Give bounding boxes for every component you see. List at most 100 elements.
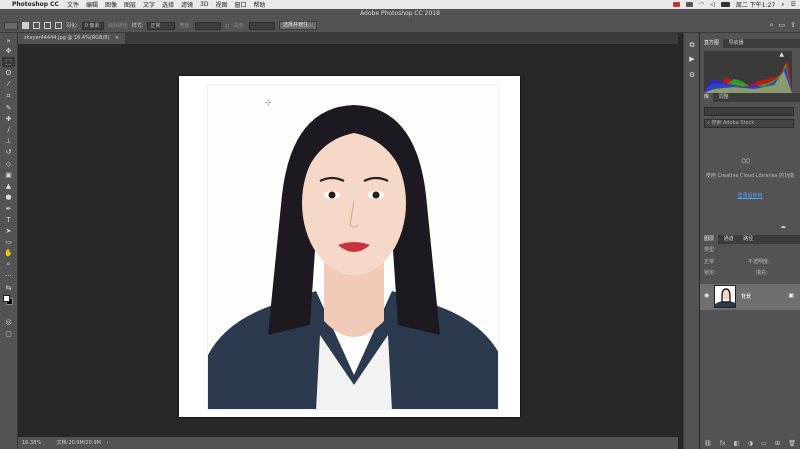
move-icon[interactable]: ✥ [2, 46, 15, 56]
blur-icon[interactable]: ▲ [2, 181, 15, 191]
properties-panel-icon[interactable]: ⚙ [687, 71, 697, 80]
tray-app-icon[interactable] [672, 2, 680, 7]
dodge-icon[interactable]: ● [2, 192, 15, 202]
canvas-area[interactable]: ⊹ [18, 44, 678, 437]
feather-label: 羽化: [66, 23, 78, 29]
gradient-icon[interactable]: ▣ [2, 170, 15, 180]
portrait-photo[interactable] [207, 84, 499, 410]
library-select[interactable] [704, 107, 794, 116]
width-input[interactable] [195, 21, 222, 30]
menu-layer[interactable]: 图层 [124, 0, 136, 9]
height-input[interactable] [248, 21, 275, 30]
tab-paths[interactable]: 路径 [739, 235, 757, 244]
layer-name[interactable]: 背景 [741, 293, 751, 300]
more-tools-icon[interactable]: ··· [2, 271, 15, 281]
tool-preset-picker[interactable] [4, 21, 18, 30]
hand-icon[interactable]: ✋ [2, 248, 15, 258]
volume-icon[interactable]: ◁ [710, 1, 715, 8]
spotlight-search-icon[interactable]: ⌕ [781, 1, 784, 9]
tab-adjustments[interactable]: 调整 [715, 93, 733, 102]
lasso-icon[interactable]: ʘ [2, 68, 15, 78]
select-and-mask-button[interactable]: 选择并遮住... [278, 21, 317, 30]
swap-dimensions-icon[interactable]: ⇄ [225, 23, 229, 29]
menu-select[interactable]: 选择 [162, 0, 174, 9]
zoom-icon[interactable]: ⌕ [2, 259, 15, 269]
new-selection-icon[interactable] [22, 22, 29, 29]
cloud-sync-icon[interactable]: ☁ [780, 223, 786, 230]
tab-libraries[interactable]: 库 [700, 93, 714, 102]
delete-layer-icon[interactable]: 🗑 [788, 440, 796, 447]
stamp-icon[interactable]: ⊥ [2, 136, 15, 146]
library-search-input[interactable]: ⌕ 搜索 Adobe Stock [704, 119, 794, 128]
menu-3d[interactable]: 3D [200, 1, 208, 8]
menu-view[interactable]: 视图 [215, 0, 227, 9]
history-panel-icon[interactable]: ⧉ [687, 41, 697, 50]
link-layers-icon[interactable]: ⛓ [704, 440, 712, 447]
document-canvas[interactable]: ⊹ [179, 76, 520, 417]
workspace-icon[interactable]: ▭ [779, 21, 786, 30]
add-mask-icon[interactable]: ◧ [734, 440, 740, 447]
eyedropper-icon[interactable]: ✎ [2, 103, 15, 113]
menu-edit[interactable]: 编辑 [86, 0, 98, 9]
actions-panel-icon[interactable]: ▶ [687, 55, 697, 64]
close-tab-icon[interactable]: × [115, 35, 119, 41]
brush-icon[interactable]: ∕ [2, 125, 15, 135]
eraser-icon[interactable]: ◇ [2, 159, 15, 169]
color-swatches[interactable] [2, 294, 15, 306]
app-menu[interactable]: Photoshop CC [12, 1, 59, 8]
adjustment-layer-icon[interactable]: ◑ [748, 440, 753, 447]
clock[interactable]: 周二 下午1:27 [736, 0, 775, 9]
wifi-icon[interactable]: ◠ [699, 1, 704, 8]
shape-icon[interactable]: ▭ [2, 237, 15, 247]
visibility-eye-icon[interactable]: ◉ [704, 292, 709, 299]
search-icon[interactable]: ⌕ [770, 21, 774, 30]
tab-layers[interactable]: 图层 [700, 235, 719, 244]
document-info[interactable]: 文档:20.9M/20.9M [57, 440, 101, 446]
zoom-level[interactable]: 16.38% [22, 440, 41, 446]
tab-navigator[interactable]: 导航器 [725, 39, 748, 48]
intersect-selection-icon[interactable] [55, 22, 62, 29]
pen-icon[interactable]: ✒ [2, 204, 15, 214]
menu-filter[interactable]: 滤镜 [181, 0, 193, 9]
tab-histogram[interactable]: 直方图 [700, 39, 724, 48]
blend-mode-select[interactable]: 正常 [704, 258, 714, 267]
swap-colors-icon[interactable]: ⇆ [2, 283, 15, 293]
menu-window[interactable]: 窗口 [235, 0, 247, 9]
menu-help[interactable]: 帮助 [254, 0, 266, 9]
screen-mode-icon[interactable]: ▢ [2, 329, 15, 339]
share-icon[interactable]: ⇪ [790, 21, 796, 30]
history-brush-icon[interactable]: ↺ [2, 147, 15, 157]
battery-icon[interactable] [720, 2, 730, 7]
collapse-toolbar-icon[interactable]: » [2, 36, 15, 46]
feather-input[interactable]: 0 像素 [81, 21, 104, 30]
type-icon[interactable]: T [2, 215, 15, 225]
style-select[interactable]: 正常 [147, 21, 176, 30]
add-selection-icon[interactable] [33, 22, 40, 29]
menu-file[interactable]: 文件 [67, 0, 79, 9]
healing-icon[interactable]: ✚ [2, 114, 15, 124]
warning-triangle-icon[interactable]: ▲ [779, 51, 784, 58]
marquee-icon[interactable]: ⬚ [2, 57, 15, 67]
new-group-icon[interactable]: ▭ [761, 440, 767, 447]
library-login-link[interactable]: 登录后使用 [704, 192, 796, 199]
crop-icon[interactable]: ⌗ [2, 91, 15, 101]
layer-row-background[interactable]: ◉ 背景 ▣ [700, 284, 800, 310]
quick-mask-icon[interactable]: ◎ [2, 317, 15, 327]
tab-channels[interactable]: 通道 [720, 235, 738, 244]
new-layer-icon[interactable]: ⊞ [775, 440, 780, 447]
layer-kind-filter[interactable]: 类型 [704, 246, 714, 255]
subtract-selection-icon[interactable] [44, 22, 51, 29]
width-label: 宽度: [179, 23, 192, 29]
layer-style-icon[interactable]: fx [720, 440, 726, 447]
tray-app2-icon[interactable] [685, 2, 693, 7]
quick-select-icon[interactable]: ⁄ [2, 79, 15, 89]
antialias-checkbox[interactable]: 消除锯齿 [108, 22, 128, 29]
foreground-color-swatch[interactable] [3, 295, 10, 302]
photoshop-window: Photoshop CC 文件 编辑 图像 图层 文字 选择 滤镜 3D 视图 … [0, 0, 800, 449]
document-tab[interactable]: zkxyer44444.jpg @ 16.4%(RGB/8) × [18, 33, 126, 44]
menu-type[interactable]: 文字 [143, 0, 155, 9]
info-arrow-icon[interactable]: › [107, 440, 109, 446]
path-select-icon[interactable]: ➤ [2, 226, 15, 236]
notification-center-icon[interactable]: ☰ [791, 1, 796, 8]
menu-image[interactable]: 图像 [105, 0, 117, 9]
